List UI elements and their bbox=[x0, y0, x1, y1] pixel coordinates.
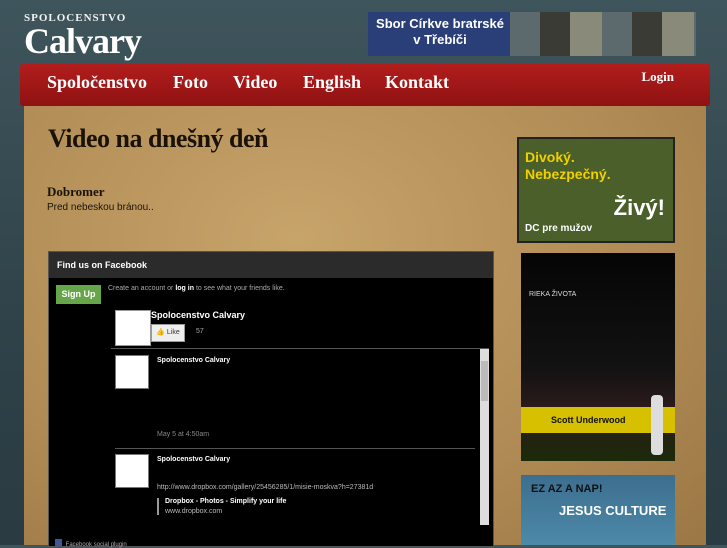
facebook-login-link[interactable]: log in bbox=[175, 285, 194, 292]
ad-line: Živý! bbox=[613, 195, 665, 220]
story-author[interactable]: Spolocenstvo Calvary bbox=[157, 357, 230, 364]
ad-line: Nebezpečný. bbox=[525, 166, 611, 182]
facebook-page-info: Spolocenstvo Calvary 👍 Like 57 bbox=[115, 310, 491, 346]
page-title: Video na dnešný deň bbox=[48, 124, 269, 153]
story-time[interactable]: May 5 at 4:50am bbox=[157, 431, 209, 438]
facebook-box-header: Find us on Facebook bbox=[49, 252, 493, 278]
header-banner[interactable]: Sbor Církve bratrské v Třebíči bbox=[368, 12, 696, 56]
scrollbar-thumb[interactable] bbox=[481, 361, 488, 401]
nav-item-foto[interactable]: Foto bbox=[173, 72, 208, 93]
like-count: 57 bbox=[196, 328, 204, 335]
facebook-create-account-text: Create an account or log in to see what … bbox=[108, 285, 285, 292]
banner-text: Sbor Církve bratrské v Třebíči bbox=[376, 16, 504, 47]
sidebar-ad-divoky[interactable]: Divoký. Nebezpečný. Živý! DC pre mužov bbox=[517, 137, 675, 243]
stream-scrollbar[interactable] bbox=[480, 349, 489, 525]
story-author[interactable]: Spolocenstvo Calvary bbox=[157, 456, 230, 463]
facebook-like-box: Find us on Facebook Sign Up Create an ac… bbox=[48, 251, 494, 548]
post-title[interactable]: Dobromer bbox=[47, 184, 105, 200]
like-button[interactable]: 👍 Like bbox=[151, 324, 185, 342]
ad-subtitle: JESUS CULTURE bbox=[559, 503, 667, 518]
facebook-plugin-label[interactable]: Facebook social plugin bbox=[55, 539, 127, 548]
nav-item-video[interactable]: Video bbox=[233, 72, 277, 93]
sidebar-ad-rieka-zivota[interactable]: RIEKA ŽIVOTA Scott Underwood bbox=[521, 253, 675, 461]
story-url[interactable]: http://www.dropbox.com/gallery/25456285/… bbox=[157, 484, 373, 491]
main-nav: Spoločenstvo Foto Video English Kontakt … bbox=[20, 64, 710, 106]
link-domain: www.dropbox.com bbox=[165, 508, 223, 515]
ad-brand: RIEKA ŽIVOTA bbox=[529, 291, 577, 298]
ad-line: DC pre mužov bbox=[525, 223, 593, 234]
logo[interactable]: Calvary bbox=[24, 20, 142, 62]
ad-artist: Scott Underwood bbox=[551, 415, 626, 425]
story-avatar[interactable] bbox=[115, 454, 149, 488]
login-link[interactable]: Login bbox=[641, 69, 674, 85]
story-link-preview[interactable]: Dropbox - Photos - Simplify your life ww… bbox=[157, 498, 286, 515]
sidebar-ad-jesus-culture[interactable]: EZ AZ A NAP! JESUS CULTURE bbox=[521, 475, 675, 545]
nav-item-spolocenstvo[interactable]: Spoločenstvo bbox=[47, 72, 147, 93]
story-divider bbox=[115, 448, 475, 449]
link-title[interactable]: Dropbox - Photos - Simplify your life bbox=[165, 498, 286, 505]
page-avatar[interactable] bbox=[115, 310, 151, 346]
facebook-signup-button[interactable]: Sign Up bbox=[56, 285, 101, 304]
post-text: Pred nebeskou bránou.. bbox=[47, 202, 154, 213]
nav-item-english[interactable]: English bbox=[303, 72, 361, 93]
guitar-icon bbox=[651, 395, 663, 455]
thumbs-up-icon: 👍 bbox=[156, 329, 165, 336]
facebook-stream[interactable]: Spolocenstvo Calvary May 5 at 4:50am Spo… bbox=[111, 348, 489, 525]
ad-title: EZ AZ A NAP! bbox=[531, 483, 603, 495]
page-name[interactable]: Spolocenstvo Calvary bbox=[151, 310, 245, 320]
ad-line: Divoký. bbox=[525, 149, 575, 165]
story-avatar[interactable] bbox=[115, 355, 149, 389]
banner-photos bbox=[510, 12, 696, 56]
nav-item-kontakt[interactable]: Kontakt bbox=[385, 72, 449, 93]
